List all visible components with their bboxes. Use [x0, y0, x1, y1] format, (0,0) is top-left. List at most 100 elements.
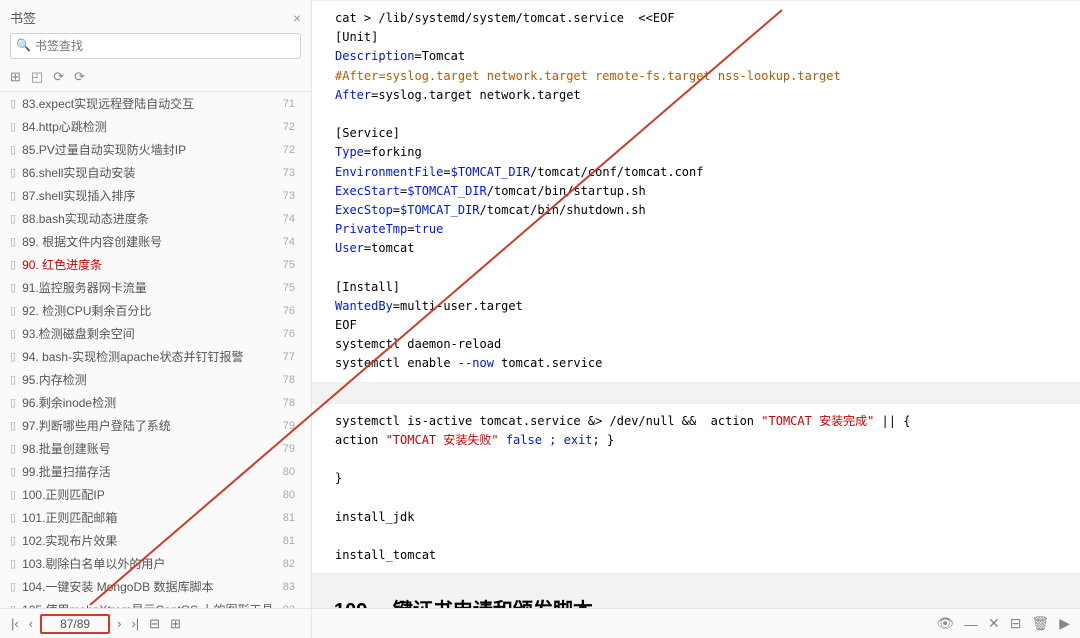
bookmark-item-92[interactable]: ▯92. 检测CPU剩余百分比76 [0, 299, 311, 322]
bookmark-label: 84.http心跳检测 [22, 118, 107, 135]
bookmark-item-98[interactable]: ▯98.批量创建账号79 [0, 437, 311, 460]
document-page: cat > /lib/systemd/system/tomcat.service… [312, 0, 1080, 608]
document-viewport[interactable]: cat > /lib/systemd/system/tomcat.service… [312, 0, 1080, 608]
bookmark-icon: ▯ [10, 327, 16, 340]
nav-first-icon[interactable]: |‹ [8, 616, 22, 631]
sidebar-tabs: ⊞ ◰ ⟳ ⟳ [0, 63, 311, 92]
nav-next-icon[interactable]: › [114, 616, 124, 631]
bookmark-icon: ▯ [10, 534, 16, 547]
bookmark-icon: ▯ [10, 442, 16, 455]
bookmark-label: 90. 红色进度条 [22, 256, 102, 273]
tool-icon-1[interactable]: — [964, 616, 978, 632]
bookmark-icon: ▯ [10, 373, 16, 386]
bookmark-item-102[interactable]: ▯102.实现布片效果81 [0, 529, 311, 552]
bookmark-icon: ▯ [10, 419, 16, 432]
view-icon[interactable]: 👁 [936, 615, 954, 632]
search-box: 🔍 [10, 33, 301, 59]
bookmark-page: 75 [283, 282, 295, 294]
bookmark-label: 87.shell实现插入排序 [22, 187, 135, 204]
tool-icon-4[interactable]: 🗑 [1031, 615, 1049, 632]
code-block-2: systemctl is-active tomcat.service &> /d… [312, 403, 1080, 575]
bookmark-label: 93.检测磁盘剩余空间 [22, 325, 135, 342]
bookmark-label: 95.内存检测 [22, 371, 87, 388]
bookmark-item-90[interactable]: ▯ 90. 红色进度条 75 [0, 253, 311, 276]
bookmark-page: 72 [283, 121, 295, 133]
bookmark-label: 86.shell实现自动安装 [22, 164, 135, 181]
bookmark-page: 76 [283, 328, 295, 340]
bookmark-label: 101.正则匹配邮箱 [22, 509, 117, 526]
bookmark-icon: ▯ [10, 580, 16, 593]
bookmark-page: 80 [283, 489, 295, 501]
bookmark-icon: ▯ [10, 97, 16, 110]
zoom-out-icon[interactable]: ⊟ [146, 616, 163, 632]
bookmark-icon: ▯ [10, 258, 16, 271]
bookmark-item-99[interactable]: ▯99.批量扫描存活80 [0, 460, 311, 483]
bookmark-item-105[interactable]: ▯105.使用mobaXtrem显示CentOS 上的图形工具83 [0, 598, 311, 608]
bookmark-page: 83 [283, 581, 295, 593]
bookmark-label: 98.批量创建账号 [22, 440, 111, 457]
bookmark-item-83[interactable]: ▯83.expect实现远程登陆自动交互71 [0, 92, 311, 115]
bookmark-item-101[interactable]: ▯ 101.正则匹配邮箱 81 [0, 506, 311, 529]
bookmark-item-96[interactable]: ▯96.剩余inode检测78 [0, 391, 311, 414]
nav-last-icon[interactable]: ›| [128, 616, 142, 631]
bookmark-page: 75 [283, 259, 295, 271]
bookmark-label: 104.一键安装 MongoDB 数据库脚本 [22, 578, 213, 595]
tab-icon-1[interactable]: ⊞ [10, 69, 21, 85]
bookmark-icon: ▯ [10, 488, 16, 501]
bookmark-icon: ▯ [10, 281, 16, 294]
page-nav-bar: |‹ ‹ 87/89 › ›| ⊟ ⊞ [0, 608, 311, 638]
play-icon[interactable]: ▶ [1059, 615, 1070, 632]
bookmark-label: 88.bash实现动态进度条 [22, 210, 149, 227]
bookmark-item-84[interactable]: ▯84.http心跳检测72 [0, 115, 311, 138]
bookmark-item-103[interactable]: ▯103.剔除白名单以外的用户82 [0, 552, 311, 575]
tab-icon-2[interactable]: ◰ [31, 69, 43, 85]
bookmark-item-86[interactable]: ▯86.shell实现自动安装73 [0, 161, 311, 184]
bookmark-icon: ▯ [10, 511, 16, 524]
bookmark-item-97[interactable]: ▯ 97.判断哪些用户登陆了系统 79 [0, 414, 311, 437]
bookmark-item-91[interactable]: ▯91.监控服务器网卡流量75 [0, 276, 311, 299]
bookmark-icon: ▯ [10, 304, 16, 317]
bookmark-icon: ▯ [10, 557, 16, 570]
bookmark-label: 97.判断哪些用户登陆了系统 [22, 417, 171, 434]
bookmark-icon: ▯ [10, 235, 16, 248]
bookmark-page: 76 [283, 305, 295, 317]
search-icon: 🔍 [16, 38, 31, 52]
bookmark-icon: ▯ [10, 350, 16, 363]
bookmark-item-93[interactable]: ▯ 93.检测磁盘剩余空间 76 [0, 322, 311, 345]
tool-icon-3[interactable]: ⊟ [1010, 615, 1022, 632]
bookmark-icon: ▯ [10, 189, 16, 202]
tab-icon-4[interactable]: ⟳ [74, 69, 85, 85]
bookmark-label: 105.使用mobaXtrem显示CentOS 上的图形工具 [22, 601, 273, 608]
bookmark-page: 79 [283, 420, 295, 432]
bookmark-label: 96.剩余inode检测 [22, 394, 116, 411]
bookmark-icon: ▯ [10, 166, 16, 179]
page-indicator[interactable]: 87/89 [40, 614, 110, 634]
bookmark-item-85[interactable]: ▯85.PV过量自动实现防火墙封IP72 [0, 138, 311, 161]
bookmark-page: 74 [283, 213, 295, 225]
sidebar-title: 书签 [10, 8, 36, 27]
tab-icon-3[interactable]: ⟳ [53, 69, 64, 85]
bookmark-icon: ▯ [10, 603, 16, 608]
close-icon[interactable]: × [293, 10, 301, 26]
bookmark-item-100[interactable]: ▯100.正则匹配IP80 [0, 483, 311, 506]
bookmark-item-87[interactable]: ▯87.shell实现插入排序73 [0, 184, 311, 207]
tool-icon-2[interactable]: ✕ [988, 615, 1000, 632]
bookmark-item-88[interactable]: ▯88.bash实现动态进度条74 [0, 207, 311, 230]
bookmark-label: 94. bash-实现检测apache状态并钉钉报警 [22, 348, 243, 365]
bookmark-item-104[interactable]: ▯ 104.一键安装 MongoDB 数据库脚本 83 [0, 575, 311, 598]
bookmark-label: 102.实现布片效果 [22, 532, 117, 549]
bookmark-page: 81 [283, 512, 295, 524]
bookmark-item-95[interactable]: ▯95.内存检测78 [0, 368, 311, 391]
bookmark-page: 80 [283, 466, 295, 478]
zoom-in-icon[interactable]: ⊞ [167, 616, 184, 632]
code-block-1: cat > /lib/systemd/system/tomcat.service… [312, 0, 1080, 383]
nav-prev-icon[interactable]: ‹ [26, 616, 36, 631]
bookmark-search-input[interactable] [10, 33, 301, 59]
bookmark-page: 72 [283, 144, 295, 156]
bookmark-page: 77 [283, 351, 295, 363]
bookmark-item-89[interactable]: ▯89. 根据文件内容创建账号74 [0, 230, 311, 253]
bookmark-label: 85.PV过量自动实现防火墙封IP [22, 141, 186, 158]
bookmark-label: 103.剔除白名单以外的用户 [22, 555, 165, 572]
bookmark-item-94[interactable]: ▯ 94. bash-实现检测apache状态并钉钉报警 77 [0, 345, 311, 368]
bookmark-list[interactable]: ▯83.expect实现远程登陆自动交互71▯84.http心跳检测72▯85.… [0, 92, 311, 608]
